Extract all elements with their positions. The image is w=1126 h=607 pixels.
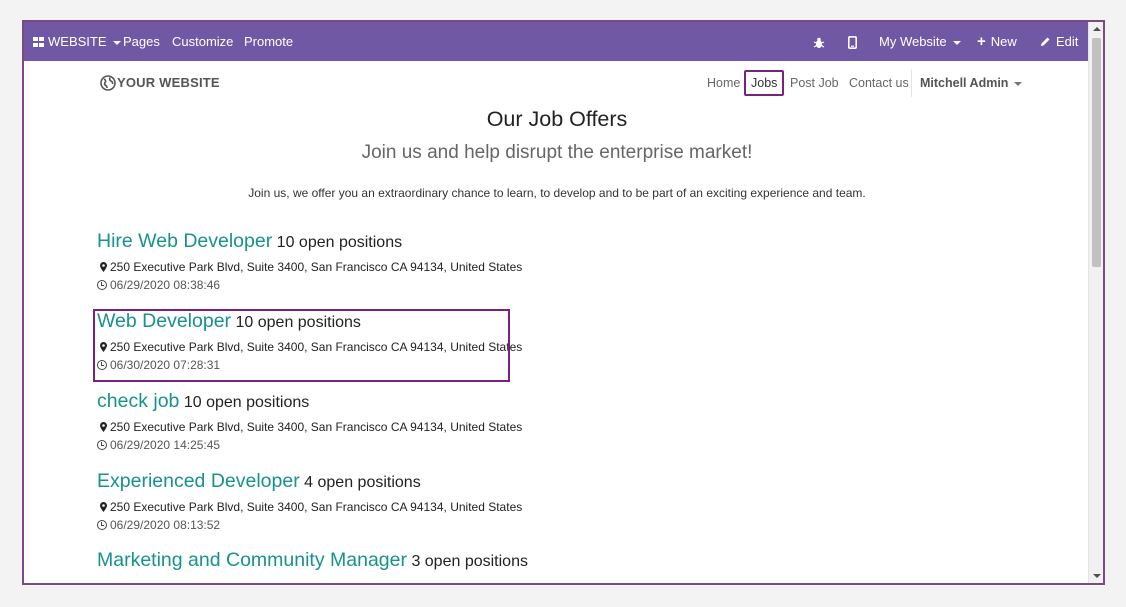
job-open-positions: 3 open positions	[411, 553, 528, 570]
user-menu[interactable]: Mitchell Admin	[920, 70, 1023, 96]
website-menu-button[interactable]: WEBSITE	[33, 22, 121, 61]
job-address-text: 250 Executive Park Blvd, Suite 3400, San…	[110, 500, 523, 514]
job-address-text: 250 Executive Park Blvd, Suite 3400, San…	[110, 420, 523, 434]
nav-contact-us[interactable]: Contact us	[849, 70, 909, 96]
map-marker-icon	[100, 261, 107, 272]
edit-button-label: Edit	[1056, 34, 1079, 49]
website-switcher[interactable]: My Website	[879, 22, 961, 61]
page-title: Our Job Offers	[486, 107, 628, 131]
globe-icon	[100, 74, 116, 91]
site-logo-text: YOUR WEBSITE	[117, 75, 220, 90]
job-open-positions: 10 open positions	[276, 234, 403, 251]
job-address-text: 250 Executive Park Blvd, Suite 3400, San…	[110, 260, 523, 274]
job-date-text: 06/29/2020 08:13:52	[110, 518, 221, 532]
nav-post-job[interactable]: Post Job	[790, 70, 839, 96]
clock-icon	[97, 279, 107, 290]
menu-pages[interactable]: Pages	[123, 22, 160, 61]
chevron-down-icon	[1014, 81, 1023, 86]
nav-home[interactable]: Home	[707, 70, 740, 96]
site-logo[interactable]: YOUR WEBSITE	[100, 73, 220, 93]
menu-promote[interactable]: Promote	[244, 22, 293, 61]
job-title-link[interactable]: Hire Web Developer	[97, 230, 272, 252]
chevron-down-icon	[112, 40, 121, 45]
page-intro: Join us, we offer you an extraordinary c…	[248, 186, 866, 200]
job-date: 06/29/2020 14:25:45	[97, 438, 220, 452]
apps-grid-icon	[33, 36, 45, 47]
highlight-box	[93, 309, 510, 382]
debug-button[interactable]	[813, 22, 825, 61]
website-switcher-label: My Website	[879, 34, 947, 49]
bug-icon	[813, 37, 825, 48]
edit-button[interactable]: Edit	[1040, 22, 1078, 61]
job-address: 250 Executive Park Blvd, Suite 3400, San…	[100, 420, 522, 434]
job-item: Hire Web Developer 10 open positions 250…	[97, 230, 522, 300]
nav-jobs[interactable]: Jobs	[744, 70, 785, 96]
menu-customize[interactable]: Customize	[172, 22, 233, 61]
job-item: Experienced Developer 4 open positions 2…	[97, 470, 522, 540]
job-date-text: 06/29/2020 08:38:46	[110, 278, 221, 292]
job-date: 06/29/2020 08:13:52	[97, 518, 220, 532]
job-item: Marketing and Community Manager 3 open p…	[97, 549, 528, 583]
scrollbar-thumb[interactable]	[1092, 38, 1101, 267]
vertical-scrollbar[interactable]	[1088, 22, 1103, 583]
new-button-label: New	[990, 34, 1017, 49]
job-address: 250 Executive Park Blvd, Suite 3400, San…	[100, 260, 522, 274]
job-date-text: 06/29/2020 14:25:45	[110, 438, 221, 452]
scroll-up-arrow-icon[interactable]	[1093, 27, 1101, 31]
mobile-preview-button[interactable]	[848, 22, 858, 61]
site-header: YOUR WEBSITE Home Jobs Post Job Contact …	[24, 61, 1090, 105]
job-title-link[interactable]: check job	[97, 390, 179, 412]
job-title-link[interactable]: Marketing and Community Manager	[97, 549, 407, 571]
browser-viewport: WEBSITE Pages Customize Promote My Websi…	[22, 20, 1105, 585]
clock-icon	[97, 439, 107, 450]
plus-icon: +	[977, 33, 986, 50]
mobile-icon	[848, 36, 858, 50]
map-marker-icon	[100, 501, 107, 512]
scroll-down-arrow-icon[interactable]	[1093, 574, 1101, 578]
chevron-down-icon	[952, 40, 961, 45]
job-date: 06/29/2020 08:38:46	[97, 278, 220, 292]
clock-icon	[97, 519, 107, 530]
pencil-icon	[1041, 37, 1050, 47]
website-editor-bar: WEBSITE Pages Customize Promote My Websi…	[24, 22, 1090, 61]
new-button[interactable]: + New	[977, 22, 1017, 61]
job-address: 250 Executive Park Blvd, Suite 3400, San…	[100, 500, 522, 514]
job-title-link[interactable]: Experienced Developer	[97, 470, 300, 492]
job-item: check job 10 open positions 250 Executiv…	[97, 390, 522, 460]
map-marker-icon	[100, 421, 107, 432]
job-open-positions: 10 open positions	[183, 394, 310, 411]
user-name: Mitchell Admin	[920, 76, 1009, 90]
nav-divider	[911, 69, 912, 97]
website-menu-label: WEBSITE	[48, 34, 107, 49]
page-subtitle: Join us and help disrupt the enterprise …	[361, 142, 753, 163]
job-open-positions: 4 open positions	[304, 474, 421, 491]
